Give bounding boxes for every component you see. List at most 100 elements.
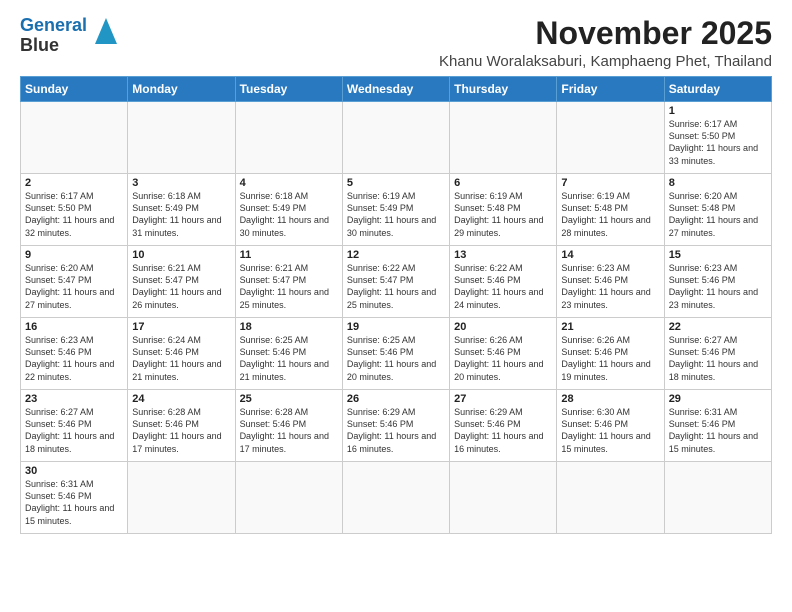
day-number: 6 — [454, 177, 552, 189]
day-number: 15 — [669, 249, 767, 261]
day-number: 13 — [454, 249, 552, 261]
calendar-cell-2-3: 12Sunrise: 6:22 AM Sunset: 5:47 PM Dayli… — [342, 246, 449, 318]
calendar-body: 1Sunrise: 6:17 AM Sunset: 5:50 PM Daylig… — [21, 102, 772, 534]
day-info: Sunrise: 6:31 AM Sunset: 5:46 PM Dayligh… — [669, 406, 767, 455]
day-info: Sunrise: 6:20 AM Sunset: 5:47 PM Dayligh… — [25, 262, 123, 311]
day-info: Sunrise: 6:21 AM Sunset: 5:47 PM Dayligh… — [132, 262, 230, 311]
header-day-monday: Monday — [128, 77, 235, 102]
logo-general: General — [20, 15, 87, 35]
day-info: Sunrise: 6:27 AM Sunset: 5:46 PM Dayligh… — [25, 406, 123, 455]
title-area: November 2025 Khanu Woralaksaburi, Kamph… — [439, 16, 772, 70]
day-number: 27 — [454, 393, 552, 405]
calendar-cell-4-2: 25Sunrise: 6:28 AM Sunset: 5:46 PM Dayli… — [235, 390, 342, 462]
day-number: 20 — [454, 321, 552, 333]
calendar-cell-3-3: 19Sunrise: 6:25 AM Sunset: 5:46 PM Dayli… — [342, 318, 449, 390]
day-info: Sunrise: 6:28 AM Sunset: 5:46 PM Dayligh… — [240, 406, 338, 455]
day-info: Sunrise: 6:22 AM Sunset: 5:47 PM Dayligh… — [347, 262, 445, 311]
day-info: Sunrise: 6:24 AM Sunset: 5:46 PM Dayligh… — [132, 334, 230, 383]
day-info: Sunrise: 6:18 AM Sunset: 5:49 PM Dayligh… — [132, 190, 230, 239]
day-number: 26 — [347, 393, 445, 405]
day-info: Sunrise: 6:29 AM Sunset: 5:46 PM Dayligh… — [347, 406, 445, 455]
day-number: 14 — [561, 249, 659, 261]
day-number: 21 — [561, 321, 659, 333]
day-info: Sunrise: 6:18 AM Sunset: 5:49 PM Dayligh… — [240, 190, 338, 239]
calendar-cell-2-6: 15Sunrise: 6:23 AM Sunset: 5:46 PM Dayli… — [664, 246, 771, 318]
calendar-table: SundayMondayTuesdayWednesdayThursdayFrid… — [20, 76, 772, 534]
calendar-week-row-0: 1Sunrise: 6:17 AM Sunset: 5:50 PM Daylig… — [21, 102, 772, 174]
logo-area: General Blue — [20, 16, 117, 56]
day-number: 4 — [240, 177, 338, 189]
calendar-cell-1-2: 4Sunrise: 6:18 AM Sunset: 5:49 PM Daylig… — [235, 174, 342, 246]
calendar-cell-0-1 — [128, 102, 235, 174]
day-info: Sunrise: 6:25 AM Sunset: 5:46 PM Dayligh… — [347, 334, 445, 383]
day-info: Sunrise: 6:21 AM Sunset: 5:47 PM Dayligh… — [240, 262, 338, 311]
calendar-cell-4-3: 26Sunrise: 6:29 AM Sunset: 5:46 PM Dayli… — [342, 390, 449, 462]
day-info: Sunrise: 6:25 AM Sunset: 5:46 PM Dayligh… — [240, 334, 338, 383]
triangle-svg — [95, 18, 117, 44]
calendar-cell-4-0: 23Sunrise: 6:27 AM Sunset: 5:46 PM Dayli… — [21, 390, 128, 462]
calendar-cell-2-2: 11Sunrise: 6:21 AM Sunset: 5:47 PM Dayli… — [235, 246, 342, 318]
calendar-cell-1-3: 5Sunrise: 6:19 AM Sunset: 5:49 PM Daylig… — [342, 174, 449, 246]
day-info: Sunrise: 6:30 AM Sunset: 5:46 PM Dayligh… — [561, 406, 659, 455]
calendar-cell-0-3 — [342, 102, 449, 174]
day-info: Sunrise: 6:17 AM Sunset: 5:50 PM Dayligh… — [669, 118, 767, 167]
calendar-week-row-3: 16Sunrise: 6:23 AM Sunset: 5:46 PM Dayli… — [21, 318, 772, 390]
day-number: 10 — [132, 249, 230, 261]
calendar-cell-5-4 — [450, 462, 557, 534]
calendar-cell-0-0 — [21, 102, 128, 174]
day-number: 22 — [669, 321, 767, 333]
calendar-cell-0-5 — [557, 102, 664, 174]
day-number: 19 — [347, 321, 445, 333]
day-info: Sunrise: 6:20 AM Sunset: 5:48 PM Dayligh… — [669, 190, 767, 239]
day-number: 11 — [240, 249, 338, 261]
day-info: Sunrise: 6:26 AM Sunset: 5:46 PM Dayligh… — [454, 334, 552, 383]
header-day-saturday: Saturday — [664, 77, 771, 102]
logo-row: General Blue — [20, 16, 117, 56]
day-number: 5 — [347, 177, 445, 189]
calendar-week-row-2: 9Sunrise: 6:20 AM Sunset: 5:47 PM Daylig… — [21, 246, 772, 318]
calendar-week-row-5: 30Sunrise: 6:31 AM Sunset: 5:46 PM Dayli… — [21, 462, 772, 534]
day-number: 2 — [25, 177, 123, 189]
day-info: Sunrise: 6:23 AM Sunset: 5:46 PM Dayligh… — [25, 334, 123, 383]
calendar-cell-3-1: 17Sunrise: 6:24 AM Sunset: 5:46 PM Dayli… — [128, 318, 235, 390]
day-number: 25 — [240, 393, 338, 405]
day-info: Sunrise: 6:26 AM Sunset: 5:46 PM Dayligh… — [561, 334, 659, 383]
header-day-tuesday: Tuesday — [235, 77, 342, 102]
day-info: Sunrise: 6:23 AM Sunset: 5:46 PM Dayligh… — [669, 262, 767, 311]
calendar-cell-3-5: 21Sunrise: 6:26 AM Sunset: 5:46 PM Dayli… — [557, 318, 664, 390]
logo-blue: Blue — [20, 35, 59, 55]
day-info: Sunrise: 6:29 AM Sunset: 5:46 PM Dayligh… — [454, 406, 552, 455]
calendar-cell-3-2: 18Sunrise: 6:25 AM Sunset: 5:46 PM Dayli… — [235, 318, 342, 390]
day-info: Sunrise: 6:19 AM Sunset: 5:48 PM Dayligh… — [454, 190, 552, 239]
day-info: Sunrise: 6:31 AM Sunset: 5:46 PM Dayligh… — [25, 478, 123, 527]
calendar-cell-5-1 — [128, 462, 235, 534]
calendar-cell-2-5: 14Sunrise: 6:23 AM Sunset: 5:46 PM Dayli… — [557, 246, 664, 318]
day-number: 7 — [561, 177, 659, 189]
day-info: Sunrise: 6:28 AM Sunset: 5:46 PM Dayligh… — [132, 406, 230, 455]
calendar-cell-2-1: 10Sunrise: 6:21 AM Sunset: 5:47 PM Dayli… — [128, 246, 235, 318]
calendar-cell-4-1: 24Sunrise: 6:28 AM Sunset: 5:46 PM Dayli… — [128, 390, 235, 462]
calendar-cell-3-4: 20Sunrise: 6:26 AM Sunset: 5:46 PM Dayli… — [450, 318, 557, 390]
day-info: Sunrise: 6:22 AM Sunset: 5:46 PM Dayligh… — [454, 262, 552, 311]
month-title: November 2025 — [439, 16, 772, 51]
day-number: 9 — [25, 249, 123, 261]
calendar-cell-4-6: 29Sunrise: 6:31 AM Sunset: 5:46 PM Dayli… — [664, 390, 771, 462]
day-number: 3 — [132, 177, 230, 189]
calendar-week-row-1: 2Sunrise: 6:17 AM Sunset: 5:50 PM Daylig… — [21, 174, 772, 246]
header-day-wednesday: Wednesday — [342, 77, 449, 102]
page: General Blue November 2025 Khanu Woralak… — [0, 0, 792, 612]
calendar-cell-4-4: 27Sunrise: 6:29 AM Sunset: 5:46 PM Dayli… — [450, 390, 557, 462]
logo-text: General Blue — [20, 16, 87, 56]
calendar-cell-2-0: 9Sunrise: 6:20 AM Sunset: 5:47 PM Daylig… — [21, 246, 128, 318]
calendar-cell-0-4 — [450, 102, 557, 174]
header: General Blue November 2025 Khanu Woralak… — [20, 16, 772, 70]
calendar-cell-5-5 — [557, 462, 664, 534]
calendar-cell-1-0: 2Sunrise: 6:17 AM Sunset: 5:50 PM Daylig… — [21, 174, 128, 246]
day-number: 30 — [25, 465, 123, 477]
calendar-cell-3-0: 16Sunrise: 6:23 AM Sunset: 5:46 PM Dayli… — [21, 318, 128, 390]
day-number: 1 — [669, 105, 767, 117]
calendar-cell-0-2 — [235, 102, 342, 174]
calendar-cell-5-2 — [235, 462, 342, 534]
calendar-cell-0-6: 1Sunrise: 6:17 AM Sunset: 5:50 PM Daylig… — [664, 102, 771, 174]
calendar-cell-5-6 — [664, 462, 771, 534]
